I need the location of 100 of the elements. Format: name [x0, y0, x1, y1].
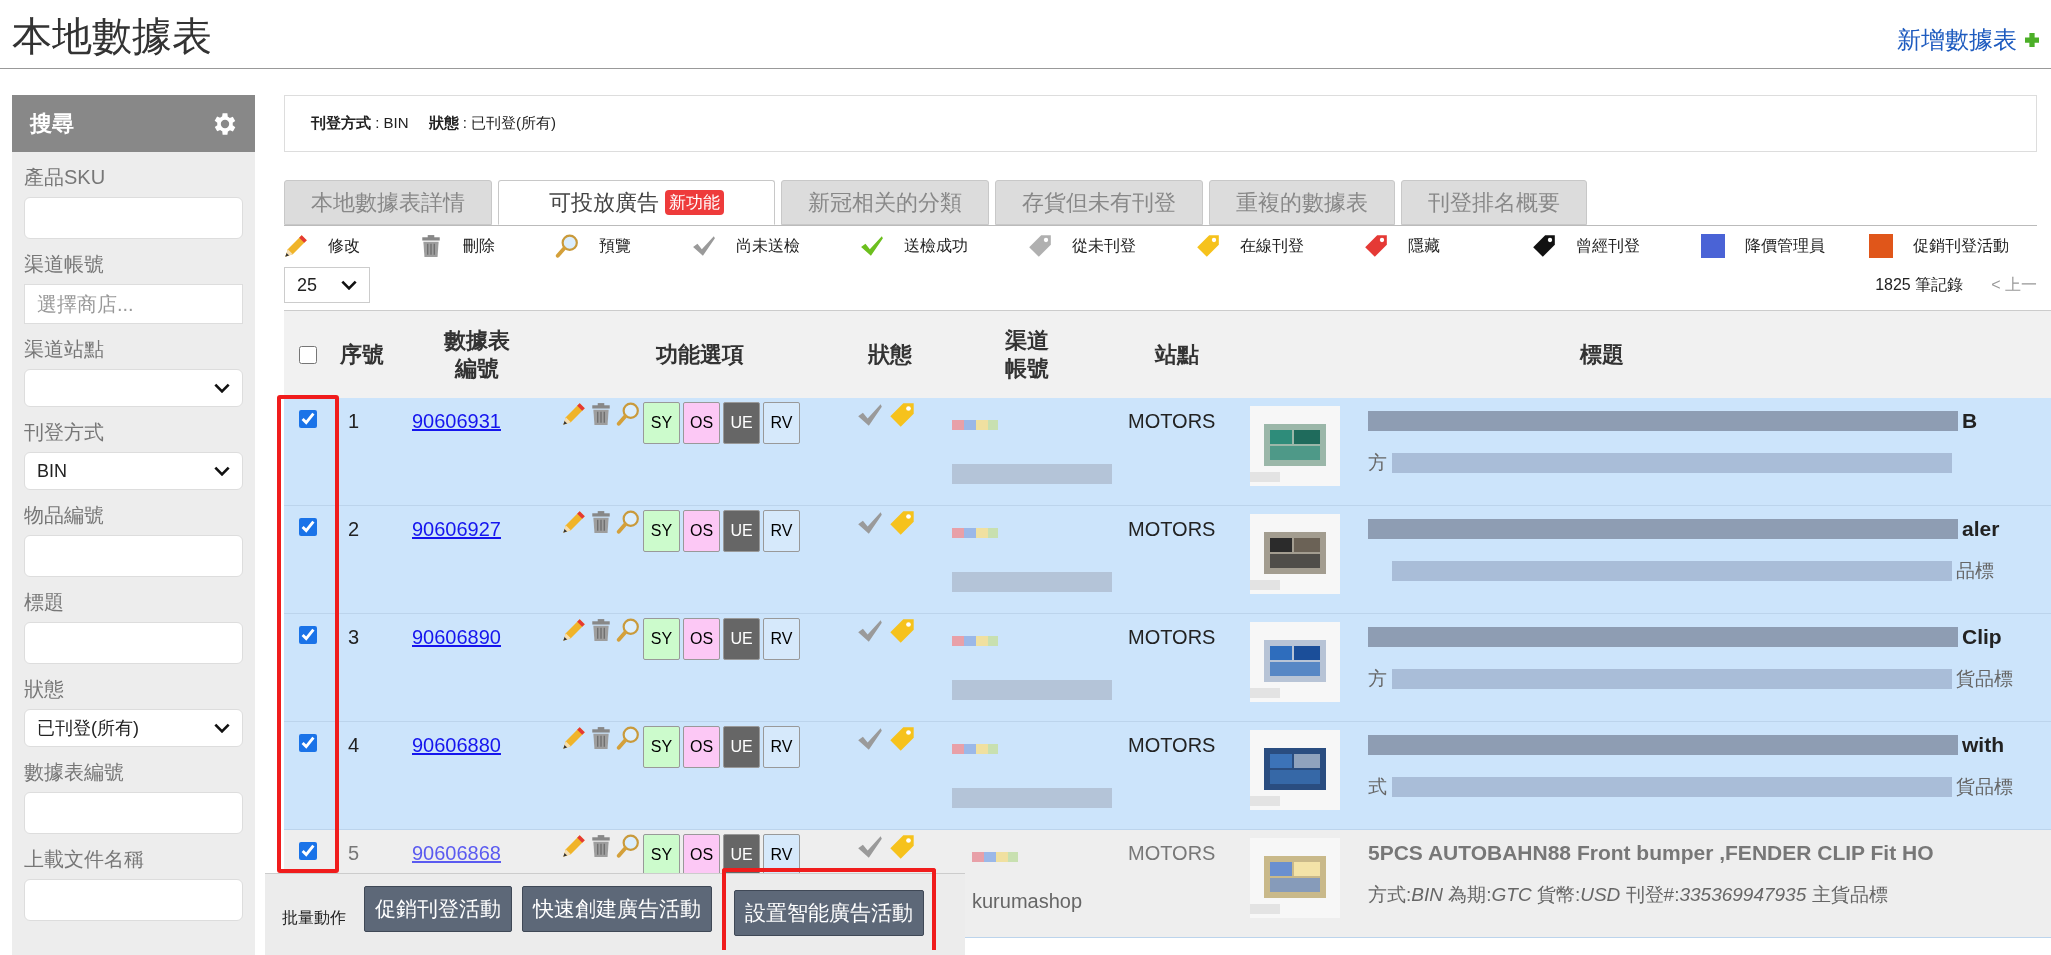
- sequence-number: 1: [348, 410, 360, 432]
- input-field[interactable]: [24, 792, 243, 834]
- site-name: MOTORS: [1128, 518, 1216, 540]
- settings-icon[interactable]: [213, 112, 237, 135]
- listing-number-link[interactable]: 90606931: [412, 410, 501, 432]
- tag-icon: [889, 726, 915, 752]
- legend-label: 曾經刊登: [1576, 236, 1641, 256]
- tag-button[interactable]: OS: [683, 618, 720, 660]
- input-field[interactable]: [24, 879, 243, 921]
- listing-title: B: [1962, 408, 1978, 435]
- table-row[interactable]: 2 90606927 SY OS UE RV MOTORS aler 品標: [284, 506, 2051, 614]
- bulk-action-button[interactable]: 促銷刊登活動: [364, 886, 512, 932]
- legend-label: 促銷刊登活動: [1912, 236, 2009, 256]
- row-checkbox[interactable]: [299, 626, 317, 644]
- listing-details: 方式:BIN 為期:GTC 貨幣:USD 刊登#:335369947935 主貨品標: [1368, 882, 1888, 907]
- tag-icon: [889, 834, 915, 860]
- filter-text: 狀態 : 已刊登(所有): [428, 113, 556, 134]
- site-name: MOTORS: [1128, 842, 1216, 864]
- legend-label: 修改: [328, 236, 360, 256]
- tag-button[interactable]: OS: [683, 510, 720, 552]
- select-all-checkbox[interactable]: [299, 345, 317, 364]
- tag-icon: [1027, 234, 1052, 258]
- chevron-down-icon: [214, 383, 230, 393]
- legend-label: 在線刊登: [1240, 236, 1305, 256]
- select-value: BIN: [37, 459, 67, 483]
- add-link[interactable]: 新增數據表: [1897, 22, 2017, 58]
- tab-label: 刊登排名概要: [1428, 189, 1560, 217]
- field-label: 物品編號: [24, 503, 105, 528]
- sequence-number: 5: [348, 842, 360, 864]
- page-title: 本地數據表: [12, 13, 212, 60]
- store-logo-icon: [952, 420, 998, 430]
- tag-button[interactable]: UE: [723, 618, 760, 660]
- column-header: 功能選項: [655, 340, 744, 369]
- listing-number-link[interactable]: 90606868: [412, 842, 501, 864]
- magnifier-icon: [616, 618, 640, 642]
- listing-number-link[interactable]: 90606880: [412, 734, 501, 756]
- field-label: 渠道帳號: [24, 252, 105, 277]
- bulk-action-button[interactable]: 快速創建廣告活動: [522, 886, 712, 932]
- input-field[interactable]: [24, 535, 243, 577]
- pencil-icon: [562, 726, 586, 750]
- field-label: 數據表編號: [24, 760, 125, 785]
- listing-title: aler: [1962, 516, 2000, 543]
- sequence-number: 2: [348, 518, 360, 540]
- tag-button[interactable]: SY: [643, 510, 680, 552]
- tag-button[interactable]: OS: [683, 402, 720, 444]
- tab-label: 新冠相关的分類: [808, 189, 962, 217]
- select-field[interactable]: [24, 369, 243, 407]
- tag-button[interactable]: UE: [723, 726, 760, 768]
- tag-button[interactable]: RV: [763, 510, 800, 552]
- select-field[interactable]: BIN: [24, 452, 243, 490]
- new-badge: 新功能: [665, 189, 724, 216]
- chevron-down-icon: [214, 723, 230, 733]
- store-logo-icon: [952, 744, 998, 754]
- row-checkbox[interactable]: [299, 734, 317, 752]
- tag-button[interactable]: OS: [683, 834, 720, 876]
- trash-icon: [589, 402, 613, 426]
- column-header: 序號: [340, 340, 384, 369]
- listing-number-link[interactable]: 90606927: [412, 518, 501, 540]
- tag-button[interactable]: SY: [643, 618, 680, 660]
- tag-icon: [889, 618, 915, 644]
- store-logo-icon: [972, 852, 1018, 862]
- page-size-select[interactable]: 25: [284, 267, 370, 303]
- tag-icon: [889, 510, 915, 536]
- bulk-action-button[interactable]: 設置智能廣告活動: [734, 890, 924, 936]
- tag-button[interactable]: SY: [643, 834, 680, 876]
- row-checkbox[interactable]: [299, 410, 317, 428]
- tab[interactable]: 可投放廣告 新功能: [498, 180, 775, 225]
- table-row[interactable]: 3 90606890 SY OS UE RV MOTORS Clip 方 貨品標: [284, 614, 2051, 722]
- pencil-icon: [562, 834, 586, 858]
- row-checkbox[interactable]: [299, 518, 317, 536]
- tag-button[interactable]: RV: [763, 726, 800, 768]
- magnifier-icon: [616, 510, 640, 534]
- field-label: 渠道站點: [24, 337, 105, 362]
- legend-label: 送檢成功: [903, 236, 968, 256]
- tag-button[interactable]: SY: [643, 726, 680, 768]
- input-field[interactable]: [24, 622, 243, 664]
- listing-number-link[interactable]: 90606890: [412, 626, 501, 648]
- input-field[interactable]: 選擇商店...: [24, 284, 243, 324]
- listing-title: Clip: [1962, 624, 2002, 651]
- pencil-icon: [562, 618, 586, 642]
- tag-icon: [1532, 234, 1557, 258]
- plus-icon: [2025, 33, 2039, 47]
- field-label: 產品SKU: [24, 165, 107, 190]
- column-header: 標題: [1580, 340, 1624, 369]
- tag-button[interactable]: UE: [723, 510, 760, 552]
- input-field[interactable]: [24, 197, 243, 239]
- listing-details: 貨品標: [1956, 666, 2013, 691]
- select-field[interactable]: 已刊登(所有): [24, 709, 243, 747]
- table-row[interactable]: 4 90606880 SY OS UE RV MOTORS with 式 貨品標: [284, 722, 2051, 830]
- tag-button[interactable]: OS: [683, 726, 720, 768]
- bulk-action-label: 批量動作: [282, 908, 346, 928]
- tag-button[interactable]: RV: [763, 618, 800, 660]
- row-checkbox[interactable]: [299, 842, 317, 860]
- check-icon: [691, 234, 716, 258]
- check-icon: [857, 834, 883, 860]
- tag-button[interactable]: UE: [723, 402, 760, 444]
- table-row[interactable]: 1 90606931 SY OS UE RV MOTORS B 方: [284, 398, 2051, 506]
- tag-button[interactable]: RV: [763, 402, 800, 444]
- tag-button[interactable]: SY: [643, 402, 680, 444]
- legend-label: 降價管理員: [1744, 236, 1825, 256]
